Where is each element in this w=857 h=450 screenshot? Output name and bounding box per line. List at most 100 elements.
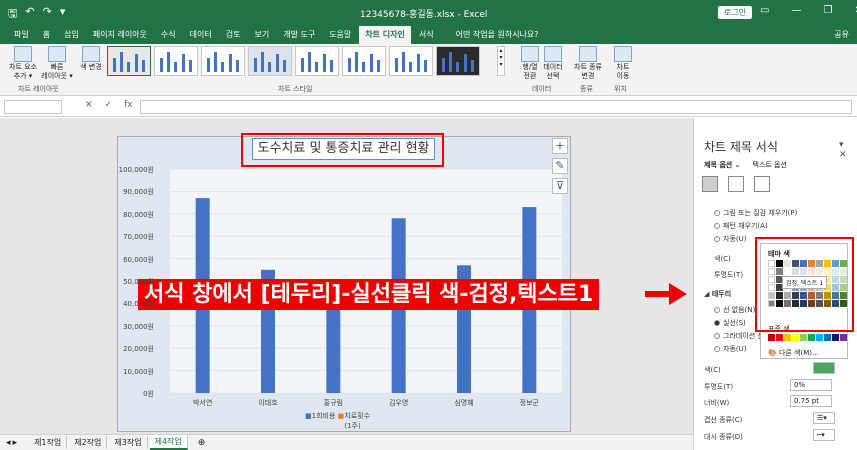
- x-tick-label: 박서연: [192, 399, 213, 407]
- color-swatch[interactable]: [792, 334, 799, 341]
- quick-layout-button[interactable]: 빠른 레이아웃 ▾: [40, 46, 74, 81]
- switch-row-column-button[interactable]: 행/열 전환: [520, 46, 540, 81]
- color-swatch[interactable]: [832, 334, 839, 341]
- palette-icon: [82, 46, 100, 62]
- line-auto-radio[interactable]: [714, 346, 720, 352]
- line-none-radio[interactable]: [714, 307, 720, 313]
- sheet-tab-1[interactable]: 제1작업: [29, 436, 68, 449]
- sheet-nav-prev-icon[interactable]: ◂: [6, 438, 11, 448]
- formula-input[interactable]: [140, 100, 852, 114]
- tell-me-search[interactable]: 어떤 작업을 원하시나요?: [450, 26, 545, 44]
- move-chart-button[interactable]: 차트 이동: [610, 46, 636, 81]
- dash-type-dropdown[interactable]: ┅▾: [813, 429, 835, 441]
- border-section-header[interactable]: ◢ 테두리: [704, 289, 731, 299]
- insert-function-icon[interactable]: fx: [124, 100, 133, 110]
- color-swatch[interactable]: [776, 334, 783, 341]
- chart-styles-brush-icon[interactable]: ✎: [552, 158, 568, 174]
- fill-picture-option[interactable]: 그림 또는 질감 채우기(P): [714, 208, 797, 218]
- chart-elements-plus-icon[interactable]: +: [552, 138, 568, 154]
- fill-picture-radio[interactable]: [714, 210, 720, 216]
- ribbon-display-icon[interactable]: ▭: [760, 5, 769, 16]
- fill-transparency-label: 투명도(T): [714, 271, 744, 279]
- chart-style-1[interactable]: [107, 46, 151, 76]
- line-color-dropdown[interactable]: [813, 362, 835, 374]
- redo-icon[interactable]: ↷: [43, 5, 52, 24]
- minimize-icon[interactable]: —: [791, 5, 801, 16]
- chart-style-8[interactable]: [436, 46, 480, 76]
- chart-style-6[interactable]: [342, 46, 386, 76]
- sheet-tab-2[interactable]: 제2작업: [69, 436, 108, 449]
- size-properties-icon[interactable]: [754, 176, 770, 192]
- tab-developer[interactable]: 개발 도구: [277, 26, 321, 44]
- share-button[interactable]: 공유: [834, 29, 849, 40]
- chart-legend[interactable]: ■1회비용 ■치료횟수 (1주): [305, 411, 370, 431]
- cancel-icon[interactable]: ✕: [85, 100, 93, 110]
- sheet-tab-3[interactable]: 제3작업: [109, 436, 148, 449]
- sheet-tab-4[interactable]: 제4작업: [149, 435, 188, 450]
- select-data-button[interactable]: 데이터 선택: [542, 46, 564, 81]
- tab-file[interactable]: 파일: [8, 26, 35, 44]
- line-solid-option[interactable]: 실선(S): [714, 318, 746, 328]
- chart-style-4[interactable]: [248, 46, 292, 76]
- chart-style-3[interactable]: [201, 46, 245, 76]
- change-colors-button[interactable]: 색 변경: [78, 46, 104, 72]
- tab-view[interactable]: 보기: [248, 26, 275, 44]
- color-swatch[interactable]: [768, 334, 775, 341]
- line-auto-option[interactable]: 자동(U): [714, 344, 746, 354]
- line-transparency-input[interactable]: 0%: [790, 379, 832, 391]
- compound-type-dropdown[interactable]: ☰▾: [813, 412, 835, 424]
- line-width-input[interactable]: 0.75 pt: [790, 395, 832, 407]
- fill-pattern-option[interactable]: 패턴 채우기(A): [714, 221, 768, 231]
- tab-format[interactable]: 서식: [413, 26, 440, 44]
- sheet-nav-next-icon[interactable]: ▸: [13, 438, 18, 448]
- x-tick-label: 이태호: [258, 399, 278, 407]
- add-sheet-icon[interactable]: ⊕: [198, 438, 206, 448]
- chart-element-icon: [14, 46, 32, 62]
- tab-data[interactable]: 데이터: [184, 26, 218, 44]
- pane-close-icon[interactable]: ▾ ✕: [839, 140, 857, 160]
- tab-page-layout[interactable]: 페이지 레이아웃: [87, 26, 153, 44]
- color-swatch[interactable]: [840, 334, 847, 341]
- tab-chart-design[interactable]: 차트 디자인: [359, 26, 411, 44]
- name-box[interactable]: [4, 100, 62, 114]
- tab-title-options[interactable]: 제목 옵션 ⌄: [704, 160, 741, 170]
- restore-icon[interactable]: ❐: [823, 5, 832, 16]
- line-gradient-radio[interactable]: [714, 333, 720, 339]
- color-swatch[interactable]: [816, 334, 823, 341]
- fill-auto-option[interactable]: 자동(U): [714, 234, 746, 244]
- pane-tabs: 제목 옵션 ⌄ 텍스트 옵션: [704, 160, 787, 170]
- chart-filter-icon[interactable]: ⊽: [552, 178, 568, 194]
- customize-qat-icon[interactable]: ▾: [60, 5, 66, 24]
- tab-help[interactable]: 도움말: [323, 26, 357, 44]
- fill-auto-radio[interactable]: [714, 236, 720, 242]
- chart-style-5[interactable]: [295, 46, 339, 76]
- enter-icon[interactable]: ✓: [105, 100, 113, 110]
- line-solid-radio[interactable]: [714, 320, 720, 326]
- more-colors-option[interactable]: 🎨 다른 색(M)...: [768, 348, 819, 358]
- fill-pattern-radio[interactable]: [714, 223, 720, 229]
- login-button[interactable]: 로그인: [718, 6, 753, 19]
- pane-title: 차트 제목 서식: [704, 140, 778, 154]
- change-chart-type-button[interactable]: 차트 종류 변경: [572, 46, 604, 81]
- save-icon[interactable]: 🖫: [8, 5, 17, 24]
- tab-review[interactable]: 검토: [220, 26, 247, 44]
- tab-formulas[interactable]: 수식: [155, 26, 182, 44]
- instruction-caption: 서식 창에서 [테두리]-실선클릭 색-검정,텍스트1: [138, 279, 600, 310]
- color-swatch[interactable]: [784, 334, 791, 341]
- tab-text-options[interactable]: 텍스트 옵션: [753, 160, 787, 170]
- gallery-scroll[interactable]: ▴ ▾ ▾: [497, 46, 505, 76]
- chart-styles-gallery: [107, 46, 480, 76]
- chart-style-7[interactable]: [389, 46, 433, 76]
- tab-insert[interactable]: 삽입: [58, 26, 85, 44]
- color-swatch[interactable]: [824, 334, 831, 341]
- tab-home[interactable]: 홈: [37, 26, 56, 44]
- chart-style-2[interactable]: [154, 46, 198, 76]
- effects-icon[interactable]: [728, 176, 744, 192]
- fill-line-icon[interactable]: [702, 176, 718, 192]
- undo-icon[interactable]: ↶: [25, 5, 34, 24]
- chart-title[interactable]: 도수치료 및 통증치료 관리 현황: [252, 138, 435, 160]
- add-chart-element-button[interactable]: 차트 요소 추가 ▾: [6, 46, 40, 81]
- color-swatch[interactable]: [808, 334, 815, 341]
- line-none-option[interactable]: 선 없음(N): [714, 305, 755, 315]
- color-swatch[interactable]: [800, 334, 807, 341]
